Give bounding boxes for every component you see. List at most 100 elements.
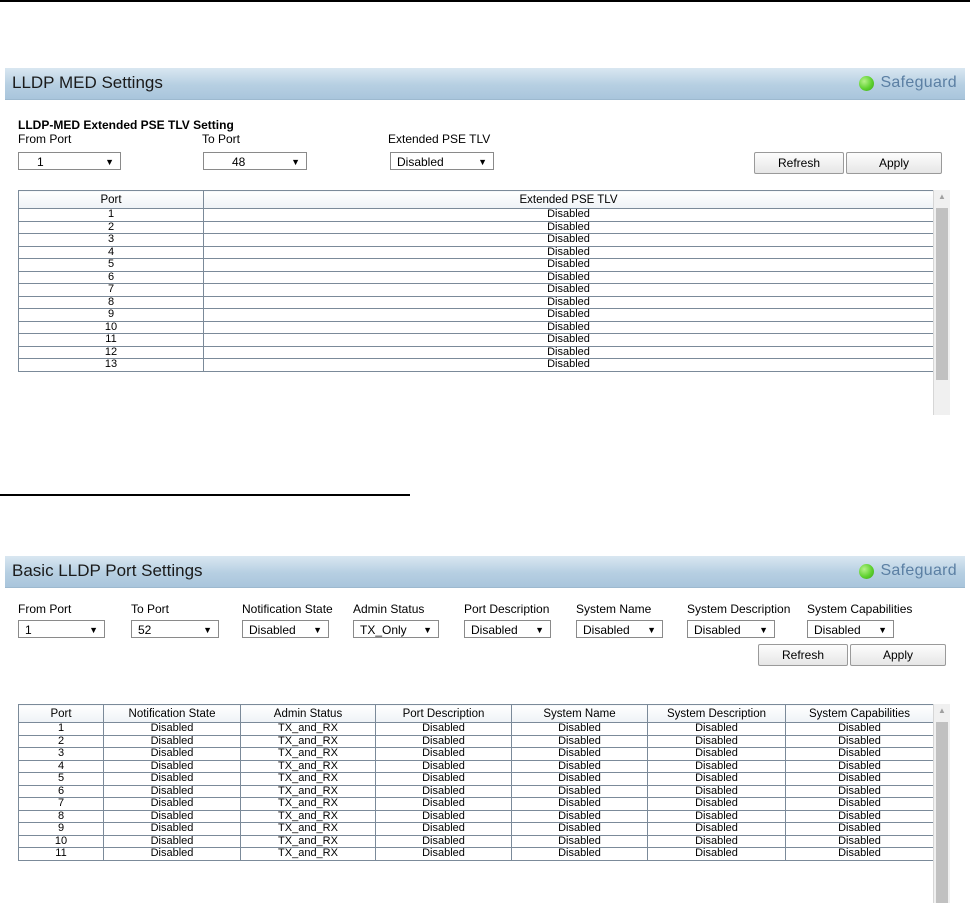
- table-cell: Disabled: [511, 835, 648, 848]
- table-cell: Disabled: [511, 822, 648, 836]
- scroll-up-icon[interactable]: ▲: [938, 706, 946, 715]
- table-cell: Disabled: [785, 760, 934, 773]
- table-cell: Disabled: [203, 271, 934, 284]
- system-capabilities-select[interactable]: Disabled ▼: [807, 620, 894, 638]
- table-cell: 4: [18, 246, 204, 259]
- table-cell: Disabled: [203, 321, 934, 334]
- table-cell: 7: [18, 797, 104, 811]
- table-cell: TX_and_RX: [240, 810, 376, 823]
- table-cell: 1: [18, 722, 104, 736]
- table-cell: Disabled: [203, 333, 934, 347]
- table-row: 1 Disabled: [18, 208, 934, 222]
- top-divider: [0, 0, 970, 2]
- table-cell: Disabled: [103, 735, 241, 748]
- table-cell: Disabled: [511, 797, 648, 811]
- table-cell: 1: [18, 208, 204, 222]
- notification-state-value: Disabled: [249, 623, 296, 637]
- table-cell: Disabled: [375, 797, 512, 811]
- table-cell: Disabled: [511, 810, 648, 823]
- scrollbar-thumb[interactable]: [936, 722, 948, 903]
- system-name-label: System Name: [576, 602, 652, 616]
- table-cell: Disabled: [375, 747, 512, 761]
- system-name-select[interactable]: Disabled ▼: [576, 620, 663, 638]
- table-cell: Disabled: [785, 847, 934, 861]
- to-port-select[interactable]: 48 ▼: [203, 152, 307, 170]
- system-description-label: System Description: [687, 602, 791, 616]
- table-row: 5 Disabled: [18, 258, 934, 272]
- refresh-button[interactable]: Refresh: [754, 152, 844, 174]
- table-cell: Disabled: [203, 296, 934, 309]
- table-cell: Disabled: [647, 747, 786, 761]
- column-header: System Description: [647, 704, 786, 723]
- safeguard-indicator[interactable]: Safeguard: [859, 74, 957, 92]
- from-port-select[interactable]: 1 ▼: [18, 152, 121, 170]
- table-cell: Disabled: [785, 810, 934, 823]
- apply-button[interactable]: Apply: [850, 644, 946, 666]
- table-cell: 12: [18, 346, 204, 359]
- table-row: 6 Disabled: [18, 271, 934, 284]
- table-row: 9 Disabled: [18, 308, 934, 322]
- table-scrollbar[interactable]: ▲: [933, 190, 950, 415]
- admin-status-select[interactable]: TX_Only ▼: [353, 620, 439, 638]
- table-cell: Disabled: [511, 760, 648, 773]
- table-cell: 2: [18, 735, 104, 748]
- admin-status-value: TX_Only: [360, 623, 407, 637]
- table-cell: Disabled: [103, 722, 241, 736]
- table-cell: Disabled: [785, 735, 934, 748]
- scroll-up-icon[interactable]: ▲: [938, 192, 946, 201]
- table-cell: Disabled: [375, 847, 512, 861]
- table-cell: TX_and_RX: [240, 797, 376, 811]
- table-cell: Disabled: [203, 258, 934, 272]
- refresh-button[interactable]: Refresh: [758, 644, 848, 666]
- chevron-down-icon: ▼: [89, 625, 98, 635]
- table-cell: 6: [18, 271, 204, 284]
- safeguard-status-icon: [859, 75, 875, 91]
- from-port-select[interactable]: 1 ▼: [18, 620, 105, 638]
- column-header: Notification State: [103, 704, 241, 723]
- scrollbar-thumb[interactable]: [936, 208, 948, 380]
- table-cell: 11: [18, 847, 104, 861]
- column-header: Extended PSE TLV: [203, 190, 934, 209]
- port-description-select[interactable]: Disabled ▼: [464, 620, 551, 638]
- table-row: 7 Disabled: [18, 283, 934, 297]
- chevron-down-icon: ▼: [535, 625, 544, 635]
- extended-pse-tlv-select[interactable]: Disabled ▼: [390, 152, 494, 170]
- to-port-value: 48: [232, 155, 246, 169]
- extended-pse-tlv-value: Disabled: [397, 155, 444, 169]
- chevron-down-icon: ▼: [878, 625, 887, 635]
- table-cell: Disabled: [785, 835, 934, 848]
- apply-button[interactable]: Apply: [846, 152, 942, 174]
- chevron-down-icon: ▼: [105, 157, 114, 167]
- table-row: 9 Disabled TX_and_RX Disabled Disabled Disabl…: [18, 822, 934, 836]
- from-port-label: From Port: [18, 132, 72, 146]
- table-scrollbar[interactable]: ▲: [933, 704, 950, 903]
- table-cell: 5: [18, 772, 104, 786]
- table-cell: TX_and_RX: [240, 772, 376, 786]
- column-header: System Capabilities: [785, 704, 934, 723]
- system-capabilities-label: System Capabilities: [807, 602, 913, 616]
- table-cell: Disabled: [375, 760, 512, 773]
- table-cell: Disabled: [647, 822, 786, 836]
- chevron-down-icon: ▼: [647, 625, 656, 635]
- system-description-select[interactable]: Disabled ▼: [687, 620, 775, 638]
- chevron-down-icon: ▼: [759, 625, 768, 635]
- table-cell: Disabled: [203, 346, 934, 359]
- table-cell: 10: [18, 835, 104, 848]
- table-cell: Disabled: [375, 810, 512, 823]
- safeguard-status-icon: [859, 563, 875, 579]
- table-header-row: Port Extended PSE TLV: [18, 190, 934, 209]
- table-row: 10 Disabled: [18, 321, 934, 334]
- table-cell: Disabled: [647, 797, 786, 811]
- table-cell: Disabled: [785, 822, 934, 836]
- table-cell: Disabled: [647, 847, 786, 861]
- table-cell: 11: [18, 333, 204, 347]
- table-cell: 13: [18, 358, 204, 372]
- notification-state-select[interactable]: Disabled ▼: [242, 620, 329, 638]
- port-description-label: Port Description: [464, 602, 550, 616]
- table-cell: Disabled: [785, 772, 934, 786]
- section-title: LLDP-MED Extended PSE TLV Setting: [18, 118, 234, 132]
- table-cell: Disabled: [375, 835, 512, 848]
- column-header: Admin Status: [240, 704, 376, 723]
- to-port-select[interactable]: 52 ▼: [131, 620, 219, 638]
- safeguard-indicator[interactable]: Safeguard: [859, 562, 957, 580]
